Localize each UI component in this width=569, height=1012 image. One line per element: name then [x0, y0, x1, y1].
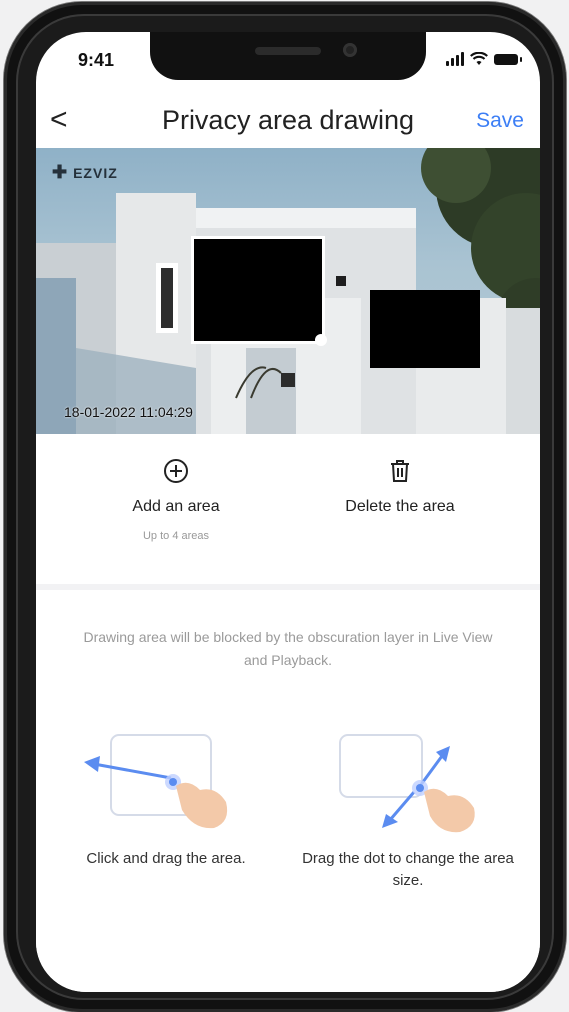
camera-preview[interactable]: ✚ EZVIZ 18-01-2022 11:04:29	[36, 148, 540, 434]
app-screen: 9:41 < Privacy area drawing Save ✚ EZVIZ…	[36, 32, 540, 992]
add-area-label: Add an area	[132, 498, 220, 515]
battery-icon	[494, 53, 522, 65]
add-area-limit: Up to 4 areas	[142, 530, 210, 542]
delete-area-label: Delete the area	[345, 498, 455, 515]
drag-area-illustration	[84, 734, 228, 829]
status-icons	[446, 52, 522, 66]
speaker	[255, 47, 321, 55]
plus-circle-icon	[164, 459, 188, 483]
privacy-area-selected[interactable]	[191, 236, 325, 344]
page-title: Privacy area drawing	[161, 105, 415, 135]
area-actions: Add an area Up to 4 areas Delete the are…	[36, 434, 540, 594]
brand-logo: ✚ EZVIZ	[52, 162, 118, 183]
phone-frame: 9:41 < Privacy area drawing Save ✚ EZVIZ…	[4, 2, 566, 1012]
ezviz-icon: ✚	[52, 162, 68, 182]
brand-name: EZVIZ	[73, 164, 118, 181]
drag-area-caption: Click and drag the area.	[86, 850, 246, 867]
notch	[150, 32, 426, 80]
resize-area-caption: Drag the dot to change the area size.	[302, 850, 514, 889]
add-area-button[interactable]: Add an area Up to 4 areas	[66, 458, 286, 542]
resize-area-illustration	[339, 734, 475, 833]
privacy-area[interactable]	[370, 290, 480, 368]
front-camera	[343, 43, 357, 57]
info-section: Drawing area will be blocked by the obsc…	[36, 590, 540, 992]
nav-bar: < Privacy area drawing Save	[36, 92, 540, 150]
wifi-icon	[470, 52, 488, 65]
save-button[interactable]: Save	[476, 106, 524, 136]
obscuration-description: Drawing area will be blocked by the obsc…	[83, 629, 493, 668]
signal-icon	[446, 52, 464, 66]
timestamp: 18-01-2022 11:04:29	[64, 404, 193, 420]
trash-icon	[391, 460, 409, 482]
resize-handle[interactable]	[315, 334, 327, 346]
status-time: 9:41	[78, 50, 115, 70]
delete-area-button[interactable]: Delete the area	[290, 458, 510, 516]
